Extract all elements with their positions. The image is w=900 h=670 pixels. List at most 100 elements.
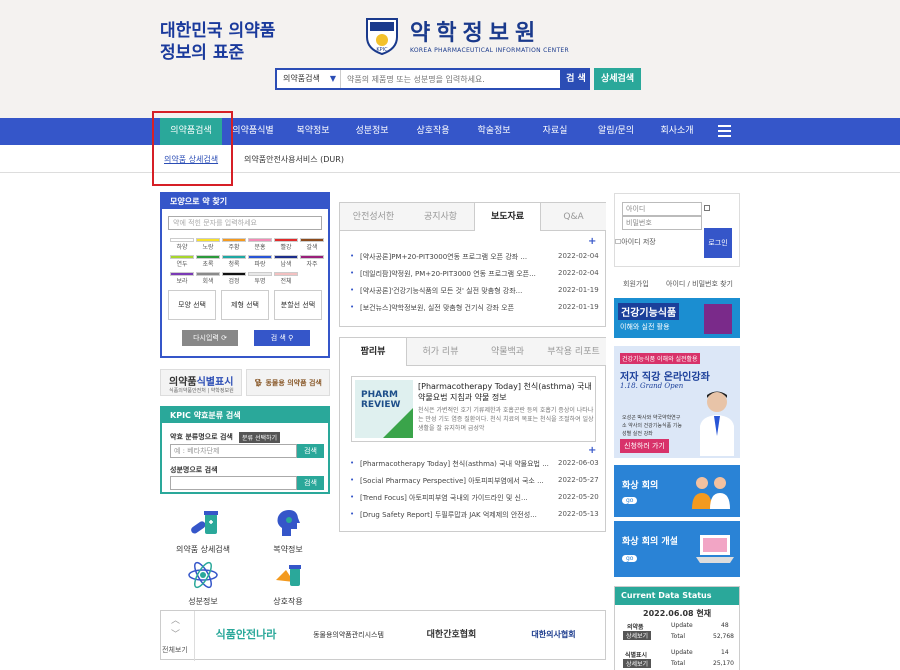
partner-medical-assoc[interactable]: 대한의사협회 xyxy=(506,619,601,651)
reset-button[interactable]: 다시입력 ⟳ xyxy=(182,330,238,346)
ds-update-value: 14 xyxy=(721,649,729,656)
id-input[interactable]: 아이디 xyxy=(622,202,702,216)
color-swatch[interactable]: 주황 xyxy=(222,238,246,252)
imprint-input[interactable]: 약에 적힌 문자를 입력하세요 xyxy=(168,216,322,230)
find-account-link[interactable]: 아이디 / 비밀번호 찾기 xyxy=(666,279,733,289)
nav-item-medication-info[interactable]: 복약정보 xyxy=(285,118,341,145)
quick-link-interaction[interactable]: 상호작용 xyxy=(248,560,328,607)
quick-link-detail-search[interactable]: 의약품 상세검색 xyxy=(163,508,243,555)
lecture-banner[interactable]: 건강기능식품 이해와 실전활용 저자 직강 온라인강좌 1.18. Grand … xyxy=(614,346,740,458)
color-swatch[interactable]: 갈색 xyxy=(300,238,324,252)
lecture-cta[interactable]: 신청하러 가기 xyxy=(620,439,669,453)
highlight-box xyxy=(152,111,233,186)
ds-detail-button[interactable]: 상세보기 xyxy=(623,659,652,668)
partner-foodsafety[interactable]: 식품안전나라 xyxy=(201,619,291,651)
ingredient-search-button[interactable]: 검색 xyxy=(297,476,324,490)
list-item[interactable]: • [약사공론]PM+20-PIT3000연동 프로그램 오픈 강좌 ... 202… xyxy=(350,252,600,264)
color-swatch[interactable]: 하양 xyxy=(170,238,194,252)
list-item[interactable]: • [Trend Focus] 아토피피부염 국내외 가이드라인 및 신... 20… xyxy=(350,493,600,505)
list-item-title: [약사공론]'건강기능식품의 모든 것' 실전 맞춤형 강좌... xyxy=(360,287,523,295)
search-button[interactable]: 검 색 xyxy=(562,68,590,90)
nav-item-notice[interactable]: 알림/문의 xyxy=(588,118,644,145)
save-id-checkbox[interactable]: ☐아이디 저장 xyxy=(615,237,656,247)
health-food-banner[interactable]: 건강기능식품 이해와 실전 활용 xyxy=(614,298,740,338)
color-swatch[interactable]: 회색 xyxy=(196,272,220,286)
class-select-button[interactable]: 분류 선택하기 xyxy=(239,432,281,443)
tab-qna[interactable]: Q&A xyxy=(541,203,606,231)
class-search-input[interactable]: 예 : 베타차단제 xyxy=(170,444,297,458)
list-item[interactable]: • [보건뉴스]약학정보원, 실전 맞춤형 건기식 강좌 오픈 2022-01-19 xyxy=(350,303,600,315)
search-input[interactable] xyxy=(341,70,560,88)
drug-id-banner[interactable]: 의약품식별표시 식품의약품안전처 | 약학정보원 xyxy=(160,369,242,396)
partner-animal-drug[interactable]: 동물용의약품관리시스템 xyxy=(301,619,396,651)
shape-search-panel: 모양으로 약 찾기 약에 적힌 문자를 입력하세요 하양 노랑 주황 분홍 빨강 갈색 연두… xyxy=(160,192,330,358)
color-swatch[interactable]: 연두 xyxy=(170,255,194,269)
detail-search-button[interactable]: 상세검색 xyxy=(594,68,641,90)
nav-item-interaction[interactable]: 상호작용 xyxy=(405,118,461,145)
nav-item-about[interactable]: 회사소개 xyxy=(649,118,705,145)
checkbox[interactable] xyxy=(704,205,710,211)
feature-article[interactable]: PHARM REVIEW [Pharmacotherapy Today] 천식(… xyxy=(351,376,596,442)
nav-item-ingredient-info[interactable]: 성분정보 xyxy=(344,118,400,145)
save-id-label: 아이디 저장 xyxy=(621,238,656,246)
login-button[interactable]: 로그인 xyxy=(704,228,732,258)
quick-link-medication-info[interactable]: 복약정보 xyxy=(248,508,328,555)
list-item[interactable]: • [Social Pharmacy Perspective] 아토피피부염에서 … xyxy=(350,476,600,488)
view-all-link[interactable]: 전체보기 xyxy=(162,645,188,655)
shape-search-button[interactable]: 검 색 ⚲ xyxy=(254,330,310,346)
list-item[interactable]: • [데일리팜]약정원, PM+20-PIT3000 연동 프로그램 오픈... 2… xyxy=(350,269,600,281)
color-swatch[interactable]: 분홍 xyxy=(248,238,272,252)
color-swatch[interactable]: 투명 xyxy=(248,272,272,286)
color-swatch[interactable]: 청록 xyxy=(222,255,246,269)
scoreline-select-button[interactable]: 분할선 선택 xyxy=(274,290,322,320)
chevron-up-icon[interactable]: ︿ xyxy=(171,613,180,626)
tab-approval-review[interactable]: 허가 리뷰 xyxy=(407,338,474,366)
animal-drug-banner[interactable]: 🐕︎ 동물용 의약품 검색 xyxy=(246,369,330,396)
tab-safety-letter[interactable]: 안전성서한 xyxy=(340,203,407,231)
color-swatch[interactable]: 노랑 xyxy=(196,238,220,252)
data-status-title: Current Data Status xyxy=(615,587,739,605)
hamburger-menu-icon[interactable] xyxy=(718,125,731,137)
conf-create-go-button[interactable]: go xyxy=(622,555,638,562)
video-conference-create-banner[interactable]: 화상 회의 개설 go xyxy=(614,521,740,577)
color-label: 전체 xyxy=(280,278,292,285)
color-label: 자주 xyxy=(306,261,318,268)
chevron-down-icon[interactable]: ﹀ xyxy=(171,627,180,640)
video-conference-banner[interactable]: 화상 회의 go xyxy=(614,465,740,517)
color-swatch[interactable]: 검정 xyxy=(222,272,246,286)
list-item[interactable]: • [Drug Safety Report] 두필루맙과 JAK 억제제의 안전성… xyxy=(350,510,600,522)
tab-press-release[interactable]: 보도자료 xyxy=(474,203,541,231)
partner-nurses-assoc[interactable]: 대한간호협회 xyxy=(404,619,499,651)
more-plus-icon[interactable]: + xyxy=(588,236,596,247)
tab-adverse-report[interactable]: 부작용 리포트 xyxy=(541,338,606,366)
nav-item-archive[interactable]: 자료실 xyxy=(527,118,583,145)
class-search-button[interactable]: 검색 xyxy=(297,444,324,458)
subnav-item-dur[interactable]: 의약품안전사용서비스 (DUR) xyxy=(244,154,344,165)
animal-drug-label: 동물용 의약품 검색 xyxy=(265,379,322,387)
tab-pharm-review[interactable]: 팜리뷰 xyxy=(340,338,407,366)
nav-item-drug-identify[interactable]: 의약품식별 xyxy=(225,118,281,145)
color-swatch[interactable]: 빨강 xyxy=(274,238,298,252)
conf-go-button[interactable]: go xyxy=(622,497,638,504)
ds-detail-button[interactable]: 상세보기 xyxy=(623,631,652,640)
search-category-select[interactable]: 의약품검색 ▼ xyxy=(277,70,341,88)
form-select-button[interactable]: 제형 선택 xyxy=(221,290,269,320)
color-swatch[interactable]: 초록 xyxy=(196,255,220,269)
quick-link-ingredient-info[interactable]: 성분정보 xyxy=(163,560,243,607)
color-swatch[interactable]: 남색 xyxy=(274,255,298,269)
color-swatch[interactable]: 자주 xyxy=(300,255,324,269)
list-item[interactable]: • [Pharmacotherapy Today] 천식(asthma) 국내 약… xyxy=(350,459,600,471)
list-item[interactable]: • [약사공론]'건강기능식품의 모든 것' 실전 맞춤형 강좌... 2022-0… xyxy=(350,286,600,298)
nav-item-academic-info[interactable]: 학술정보 xyxy=(466,118,522,145)
color-swatch[interactable]: 파랑 xyxy=(248,255,272,269)
logo-title[interactable]: 약학정보원 xyxy=(410,15,541,47)
tab-drug-encyclopedia[interactable]: 약물백과 xyxy=(474,338,541,366)
ingredient-search-input[interactable] xyxy=(170,476,297,490)
tab-notice[interactable]: 공지사항 xyxy=(407,203,474,231)
more-plus-icon[interactable]: + xyxy=(588,445,596,456)
shape-select-button[interactable]: 모양 선택 xyxy=(168,290,216,320)
color-swatch[interactable]: 보라 xyxy=(170,272,194,286)
color-swatch[interactable]: 전체 xyxy=(274,272,298,286)
join-link[interactable]: 회원가입 xyxy=(623,279,649,289)
password-input[interactable]: 비밀번호 xyxy=(622,216,702,230)
